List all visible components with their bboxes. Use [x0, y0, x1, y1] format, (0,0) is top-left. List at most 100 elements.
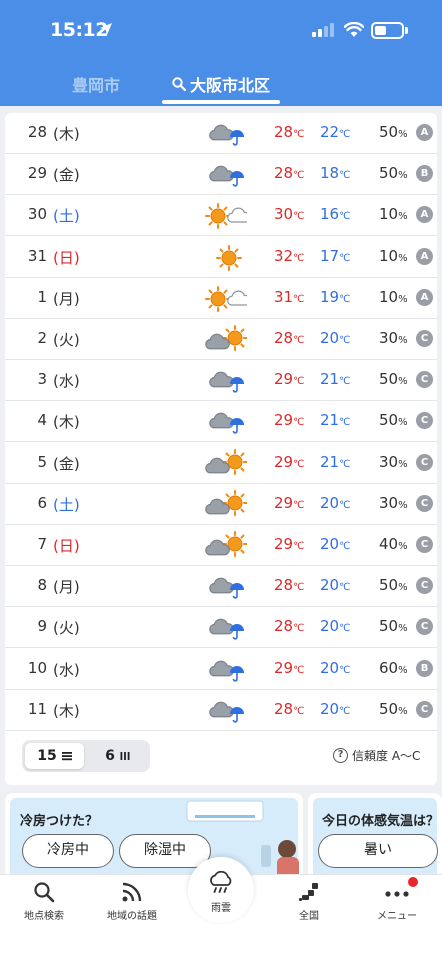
reliability-badge: A	[416, 288, 433, 306]
forecast-row[interactable]: 29 (金) 28℃ 18℃ 50% B	[5, 154, 437, 196]
forecast-precip-prob: 50%	[379, 411, 408, 430]
forecast-row[interactable]: 5 (金) 29℃ 21℃ 30% C	[5, 443, 437, 484]
forecast-precip-prob: 60%	[379, 658, 408, 677]
forecast-date: 29	[27, 164, 47, 183]
forecast-weekday: (火)	[53, 331, 80, 349]
forecast-date: 3	[37, 370, 47, 389]
forecast-precip-prob: 50%	[379, 699, 408, 718]
forecast-high-temp: 28℃	[274, 617, 305, 636]
forecast-row[interactable]: 11 (木) 28℃ 20℃ 50% C	[5, 690, 437, 731]
toggle-15-day[interactable]: 15	[25, 743, 84, 769]
air-conditioner-illustration	[186, 800, 264, 822]
nav-menu[interactable]: メニュー	[357, 881, 437, 922]
reliability-note-text: 信頼度 A～C	[352, 749, 421, 763]
forecast-low-temp: 19℃	[320, 287, 351, 306]
toggle-6-label: 6	[105, 748, 115, 764]
nav-topics-label: 地域の話題	[107, 911, 157, 922]
toggle-6-day[interactable]: 6	[88, 743, 147, 769]
forecast-row[interactable]: 2 (火) 28℃ 20℃ 30% C	[5, 319, 437, 360]
forecast-row[interactable]: 1 (月) 31℃ 19℃ 10% A	[5, 278, 437, 319]
tab-toyooka[interactable]: 豊岡市	[72, 72, 120, 96]
reliability-badge: C	[416, 330, 433, 347]
forecast-high-temp: 29℃	[274, 658, 305, 677]
weather-cloudy-sunny-icon	[201, 325, 248, 355]
forecast-precip-prob: 50%	[379, 123, 408, 141]
forecast-weekday: (木)	[53, 701, 80, 720]
rain-cloud-icon	[210, 871, 232, 893]
cooling-on-button[interactable]: 冷房中	[22, 834, 114, 868]
weather-cloudy-sunny-icon	[201, 448, 248, 479]
nav-national[interactable]: 全国	[269, 881, 349, 922]
forecast-weekday: (金)	[53, 166, 80, 185]
forecast-weekday: (水)	[53, 660, 80, 679]
forecast-high-temp: 29℃	[274, 535, 305, 553]
weather-cloudy-sunny-icon	[201, 489, 248, 520]
forecast-weekday: (金)	[53, 454, 80, 473]
search-icon	[172, 77, 186, 91]
reliability-badge: C	[416, 618, 433, 636]
tab-osaka-kita[interactable]: 大阪市北区	[172, 72, 270, 96]
wifi-icon	[344, 22, 364, 37]
forecast-high-temp: 31℃	[274, 287, 305, 306]
forecast-date: 8	[37, 576, 47, 595]
reliability-badge: A	[416, 247, 433, 265]
columns-icon	[120, 752, 130, 760]
forecast-row[interactable]: 6 (土) 29℃ 20℃ 30% C	[5, 484, 437, 525]
reliability-badge: C	[416, 577, 433, 595]
forecast-row[interactable]: 30 (土) 30℃ 16℃ 10% A	[5, 195, 437, 237]
forecast-date: 31	[27, 246, 47, 265]
reliability-badge: C	[416, 453, 433, 471]
forecast-weekday: (月)	[53, 289, 80, 308]
reliability-badge: A	[416, 124, 433, 141]
weather-cloudy-umbrella-icon	[201, 366, 247, 396]
forecast-row[interactable]: 10 (水) 29℃ 20℃ 60% B	[5, 649, 437, 690]
forecast-weekday: (木)	[53, 125, 80, 143]
forecast-low-temp: 20℃	[320, 576, 351, 595]
weather-cloudy-umbrella-icon	[201, 119, 247, 149]
forecast-low-temp: 16℃	[320, 205, 351, 224]
forecast-row[interactable]: 8 (月) 28℃ 20℃ 50% C	[5, 566, 437, 608]
forecast-row[interactable]: 4 (木) 29℃ 21℃ 50% C	[5, 401, 437, 443]
forecast-precip-prob: 30%	[379, 493, 408, 512]
forecast-row[interactable]: 9 (火) 28℃ 20℃ 50% C	[5, 607, 437, 649]
forecast-precip-prob: 10%	[379, 205, 408, 224]
forecast-row[interactable]: 31 (日) 32℃ 17℃ 10% A	[5, 237, 437, 278]
forecast-row[interactable]: 7 (日) 29℃ 20℃ 40% C	[5, 525, 437, 566]
forecast-high-temp: 30℃	[274, 205, 305, 224]
forecast-precip-prob: 30%	[379, 452, 408, 471]
forecast-low-temp: 21℃	[320, 370, 351, 389]
weather-sunny-icon	[201, 243, 247, 273]
nav-topics[interactable]: 地域の話題	[92, 881, 172, 922]
dehumidify-button[interactable]: 除湿中	[119, 834, 211, 868]
toggle-15-label: 15	[37, 748, 57, 764]
forecast-low-temp: 21℃	[320, 452, 351, 471]
forecast-low-temp: 17℃	[320, 246, 351, 265]
forecast-high-temp: 29℃	[274, 493, 305, 512]
reliability-help[interactable]: ? 信頼度 A～C	[333, 747, 420, 764]
forecast-date: 2	[37, 329, 47, 347]
notification-badge	[408, 877, 418, 887]
header: 15:12 豊岡市 大阪市北区	[0, 0, 442, 106]
status-bar: 15:12	[0, 0, 442, 58]
forecast-date: 9	[37, 617, 47, 636]
forecast-table: 28 (木) 28℃ 22℃ 50% A 29 (金) 28℃ 18℃ 50% …	[5, 113, 437, 785]
reliability-badge: B	[416, 165, 433, 183]
more-dots-icon	[385, 891, 409, 897]
search-icon	[34, 882, 55, 903]
nav-search[interactable]: 地点検索	[4, 881, 84, 922]
forecast-row[interactable]: 3 (水) 29℃ 21℃ 50% C	[5, 360, 437, 402]
nav-radar-label: 雨雲	[211, 903, 231, 914]
nav-rain-radar[interactable]: 雨雲	[188, 857, 254, 923]
forecast-precip-prob: 50%	[379, 164, 408, 183]
tab-osaka-kita-label: 大阪市北区	[190, 76, 271, 95]
weather-cloudy-umbrella-icon	[201, 407, 247, 437]
promo-cooling-title: 冷房つけた？	[20, 814, 99, 829]
forecast-high-temp: 28℃	[274, 329, 305, 347]
forecast-low-temp: 20℃	[320, 493, 351, 512]
forecast-low-temp: 20℃	[320, 535, 351, 553]
forecast-low-temp: 20℃	[320, 699, 351, 718]
forecast-row[interactable]: 28 (木) 28℃ 22℃ 50% A	[5, 113, 437, 154]
feel-hot-button[interactable]: 暑い	[318, 834, 438, 868]
battery-icon	[371, 22, 404, 39]
forecast-weekday: (火)	[53, 619, 80, 638]
